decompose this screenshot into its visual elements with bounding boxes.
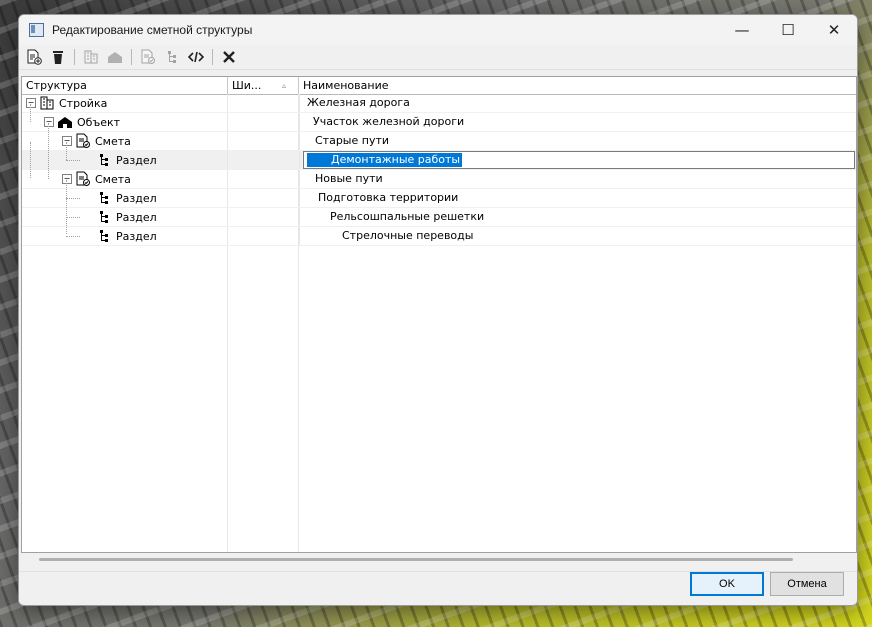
grid-rows: − Стройка Железная дорога − Объект Участ… (22, 94, 856, 246)
table-row[interactable]: Раздел Стрелочные переводы (22, 227, 856, 246)
selected-text: Демонтажные работы (307, 153, 463, 167)
toolbar (19, 45, 857, 70)
table-row[interactable]: − Смета Старые пути (22, 123, 856, 151)
maximize-button[interactable]: ☐ (765, 15, 811, 45)
collapse-icon[interactable]: − (26, 98, 36, 108)
window-title: Редактирование сметной структуры (52, 23, 253, 37)
node-type-label: Стройка (59, 96, 108, 110)
house-icon[interactable] (104, 46, 126, 68)
node-type-label: Смета (95, 134, 131, 148)
ok-button[interactable]: OK (690, 572, 764, 596)
building-icon[interactable] (80, 46, 102, 68)
width-cell[interactable] (227, 132, 300, 150)
toolbar-separator (131, 49, 132, 65)
table-row[interactable]: − Объект Участок железной дороги (22, 104, 856, 132)
sort-ascending-icon: ▵ (281, 81, 286, 90)
toolbar-separator (74, 49, 75, 65)
width-cell[interactable] (227, 151, 300, 169)
table-row[interactable]: Раздел Подготовка территории (22, 180, 856, 234)
name-cell[interactable]: Рельсошпальные решетки (299, 208, 856, 226)
name-cell[interactable]: Новые пути (299, 170, 856, 188)
section-icon (96, 190, 112, 206)
house-icon (57, 114, 73, 130)
name-text: Новые пути (315, 172, 383, 185)
section-icon (96, 209, 112, 225)
node-type-label: Раздел (116, 210, 157, 224)
app-icon (29, 23, 44, 37)
node-type-label: Смета (95, 172, 131, 186)
add-document-icon[interactable] (23, 46, 45, 68)
width-cell[interactable] (227, 227, 300, 245)
section-icon (96, 228, 112, 244)
column-header-structure[interactable]: Структура (22, 77, 228, 94)
name-edit-field[interactable]: Демонтажные работы (303, 151, 855, 169)
name-text: Железная дорога (307, 96, 410, 109)
collapse-icon[interactable]: − (62, 136, 72, 146)
toolbar-separator (212, 49, 213, 65)
width-cell[interactable] (227, 113, 300, 131)
node-type-label: Раздел (116, 191, 157, 205)
name-cell[interactable]: Подготовка территории (299, 189, 856, 207)
table-row[interactable]: − Смета Новые пути (22, 134, 856, 189)
column-header-width[interactable]: Ши... ▵ (228, 77, 299, 94)
dialog-window: Редактирование сметной структуры — ☐ ✕ С… (18, 14, 858, 606)
name-text: Рельсошпальные решетки (330, 210, 485, 223)
name-cell[interactable]: Демонтажные работы (299, 151, 856, 169)
width-cell[interactable] (227, 189, 300, 207)
name-cell[interactable]: Старые пути (299, 132, 856, 150)
name-text: Участок железной дороги (313, 115, 465, 128)
estimate-icon (75, 171, 91, 187)
node-type-label: Объект (77, 115, 121, 129)
table-row[interactable]: − Стройка Железная дорога (22, 94, 856, 113)
collapse-icon[interactable]: − (62, 174, 72, 184)
estimate-icon (75, 133, 91, 149)
name-cell[interactable]: Стрелочные переводы (299, 227, 856, 245)
node-type-label: Раздел (116, 229, 157, 243)
collapse-icon[interactable]: − (44, 117, 54, 127)
column-header-name[interactable]: Наименование (299, 77, 856, 94)
title-bar[interactable]: Редактирование сметной структуры — ☐ ✕ (19, 15, 857, 45)
table-row[interactable]: Раздел Рельсошпальные решетки (22, 208, 856, 227)
column-header-name-label: Наименование (303, 79, 389, 92)
name-text: Подготовка территории (318, 191, 459, 204)
section-icon (96, 152, 112, 168)
node-type-label: Раздел (116, 153, 157, 167)
width-cell[interactable] (227, 94, 300, 112)
name-cell[interactable]: Участок железной дороги (299, 113, 856, 131)
grid-header: Структура Ши... ▵ Наименование (22, 77, 856, 95)
name-text: Старые пути (315, 134, 390, 147)
name-cell[interactable]: Железная дорога (299, 94, 856, 112)
cancel-button[interactable]: Отмена (770, 572, 844, 596)
building-icon (39, 95, 55, 111)
column-header-width-label: Ши... (232, 79, 262, 92)
trash-icon[interactable] (47, 46, 69, 68)
close-button[interactable]: ✕ (811, 15, 857, 45)
structure-grid: Структура Ши... ▵ Наименование − Стройка (21, 76, 857, 553)
table-row-selected[interactable]: Раздел Демонтажные работы (22, 142, 856, 178)
width-cell[interactable] (227, 170, 300, 188)
estimate-icon[interactable] (137, 46, 159, 68)
close-x-icon[interactable] (218, 46, 240, 68)
name-text: Стрелочные переводы (342, 229, 474, 242)
width-cell[interactable] (227, 208, 300, 226)
section-icon[interactable] (161, 46, 183, 68)
minimize-button[interactable]: — (719, 15, 765, 45)
column-header-structure-label: Структура (26, 79, 87, 92)
code-icon[interactable] (185, 46, 207, 68)
horizontal-scrollbar[interactable] (39, 558, 793, 561)
